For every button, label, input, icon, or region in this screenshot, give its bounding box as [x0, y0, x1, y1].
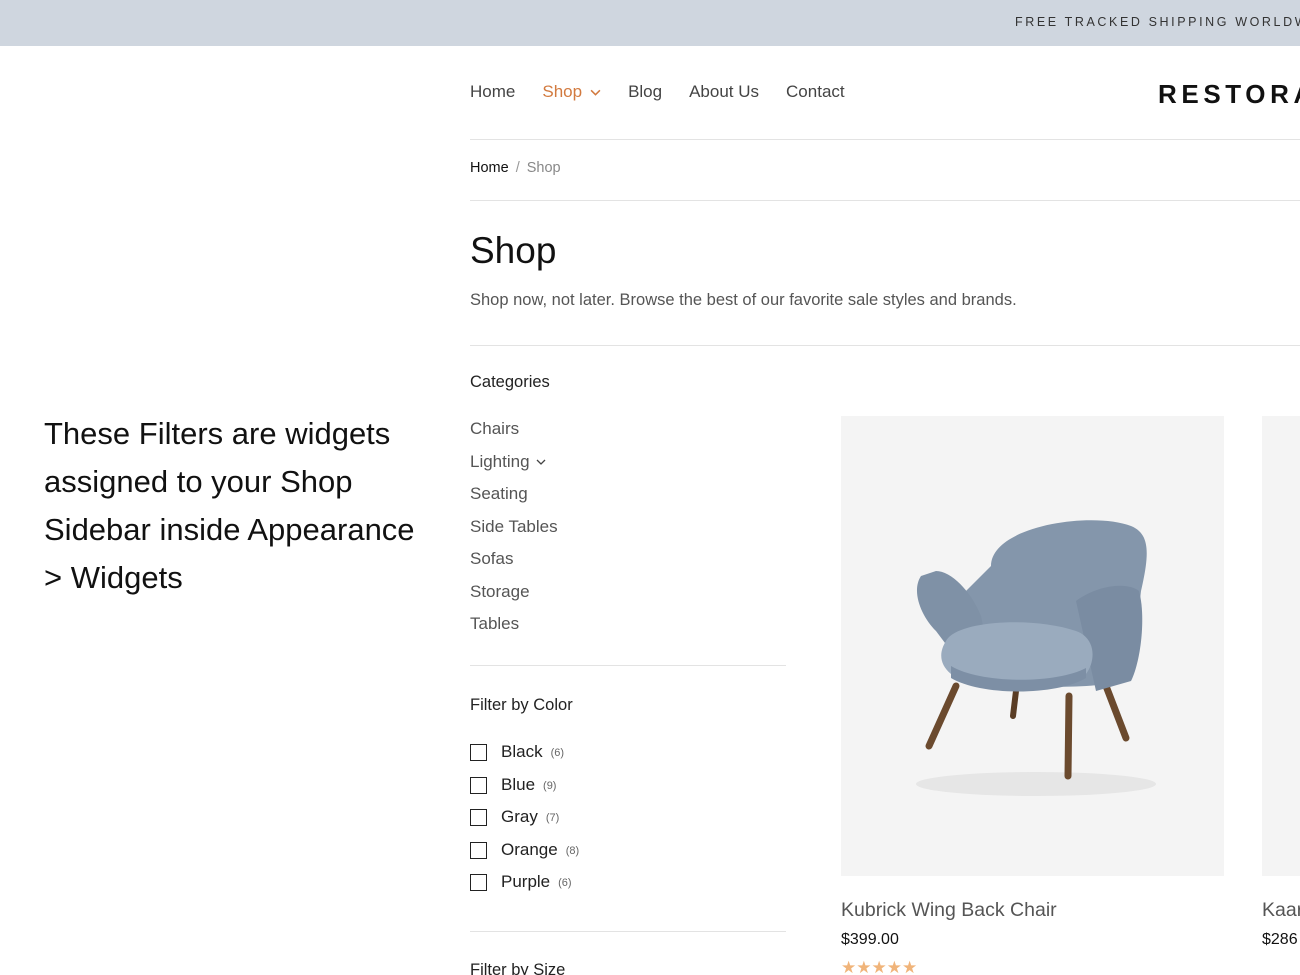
breadcrumb-home[interactable]: Home — [470, 160, 509, 176]
checkbox[interactable] — [470, 776, 487, 794]
color-label: Blue — [501, 774, 536, 794]
product-price: $399.00 — [841, 931, 899, 948]
checkbox[interactable] — [470, 809, 487, 826]
divider — [470, 139, 1300, 140]
checkbox[interactable] — [470, 744, 487, 761]
product-price: $286 — [1262, 931, 1298, 948]
breadcrumb: Home / Shop — [470, 160, 561, 176]
color-filter-title: Filter by Color — [470, 696, 573, 714]
color-label: Gray — [501, 807, 538, 826]
nav-item-home[interactable]: Home — [470, 82, 515, 102]
size-filter-title: Filter by Size — [470, 961, 566, 975]
star-icon: ★ — [856, 958, 872, 975]
color-label: Orange — [501, 839, 558, 859]
nav-item-contact[interactable]: Contact — [786, 82, 845, 102]
color-count: (8) — [565, 844, 580, 857]
divider — [470, 931, 786, 932]
category-seating[interactable]: Seating — [470, 484, 558, 517]
product-image[interactable] — [1262, 416, 1300, 876]
category-label: Sofas — [470, 549, 514, 568]
divider — [470, 665, 786, 666]
category-storage[interactable]: Storage — [470, 582, 558, 615]
color-count: (6) — [558, 877, 572, 889]
color-label: Purple — [501, 872, 551, 891]
color-option-orange[interactable]: Orange (8) — [470, 840, 579, 873]
announcement-bar: FREE TRACKED SHIPPING WORLDW — [0, 0, 1300, 46]
breadcrumb-current: Shop — [526, 160, 561, 176]
star-icon: ★ — [841, 958, 857, 975]
category-label: Seating — [470, 484, 528, 503]
nav-label: Shop — [542, 82, 583, 101]
checkbox[interactable] — [470, 874, 487, 891]
category-lighting[interactable]: Lighting — [470, 452, 558, 485]
categories-title: Categories — [470, 373, 550, 391]
star-icon: ★ — [871, 958, 887, 975]
nav-label: Contact — [786, 82, 845, 101]
star-icon: ★ — [902, 958, 918, 975]
category-side-tables[interactable]: Side Tables — [470, 517, 558, 550]
category-label: Chairs — [470, 419, 520, 438]
color-filter-list: Black (6) Blue (9) Gray (7) Orange (8) P… — [470, 742, 579, 905]
product-name[interactable]: Kaar — [1262, 899, 1300, 922]
category-tables[interactable]: Tables — [470, 614, 558, 647]
page-description: Shop now, not later. Browse the best of … — [470, 291, 1017, 309]
product-image[interactable] — [841, 416, 1224, 876]
divider — [470, 200, 1300, 201]
color-option-gray[interactable]: Gray (7) — [470, 807, 579, 840]
nav-item-shop[interactable]: Shop — [542, 82, 601, 102]
nav-item-blog[interactable]: Blog — [628, 82, 662, 102]
category-label: Lighting — [470, 451, 530, 471]
announcement-text: FREE TRACKED SHIPPING WORLDW — [1015, 15, 1300, 29]
color-count: (9) — [543, 779, 557, 792]
nav-item-about[interactable]: About Us — [689, 82, 759, 102]
category-chairs[interactable]: Chairs — [470, 419, 558, 452]
breadcrumb-separator: / — [515, 160, 520, 176]
product-rating: ★★★★★ — [841, 958, 917, 975]
color-count: (6) — [550, 747, 565, 759]
star-icon: ★ — [886, 958, 902, 975]
checkbox[interactable] — [470, 841, 487, 859]
category-label: Side Tables — [470, 516, 558, 536]
site-logo[interactable]: RESTORA — [1158, 79, 1300, 110]
page-title: Shop — [470, 230, 557, 271]
color-option-purple[interactable]: Purple (6) — [470, 872, 579, 905]
chevron-down-icon — [590, 89, 601, 96]
nav-label: About Us — [689, 82, 760, 101]
color-label: Black — [501, 742, 543, 761]
color-option-blue[interactable]: Blue (9) — [470, 775, 579, 808]
nav-label: Blog — [628, 82, 663, 101]
main-nav: Home Shop Blog About Us Contact — [470, 82, 872, 102]
chevron-down-icon[interactable] — [536, 457, 546, 467]
category-label: Tables — [470, 614, 520, 633]
nav-label: Home — [470, 82, 516, 101]
category-label: Storage — [470, 581, 530, 601]
color-count: (7) — [545, 812, 560, 824]
armchair-image — [916, 520, 1156, 796]
annotation-text: These Filters are widgets assigned to yo… — [44, 416, 415, 595]
color-option-black[interactable]: Black (6) — [470, 742, 579, 775]
category-sofas[interactable]: Sofas — [470, 549, 558, 582]
categories-list: Chairs Lighting Seating Side Tables Sofa… — [470, 419, 558, 647]
divider — [470, 345, 1300, 346]
product-name[interactable]: Kubrick Wing Back Chair — [841, 899, 1057, 922]
